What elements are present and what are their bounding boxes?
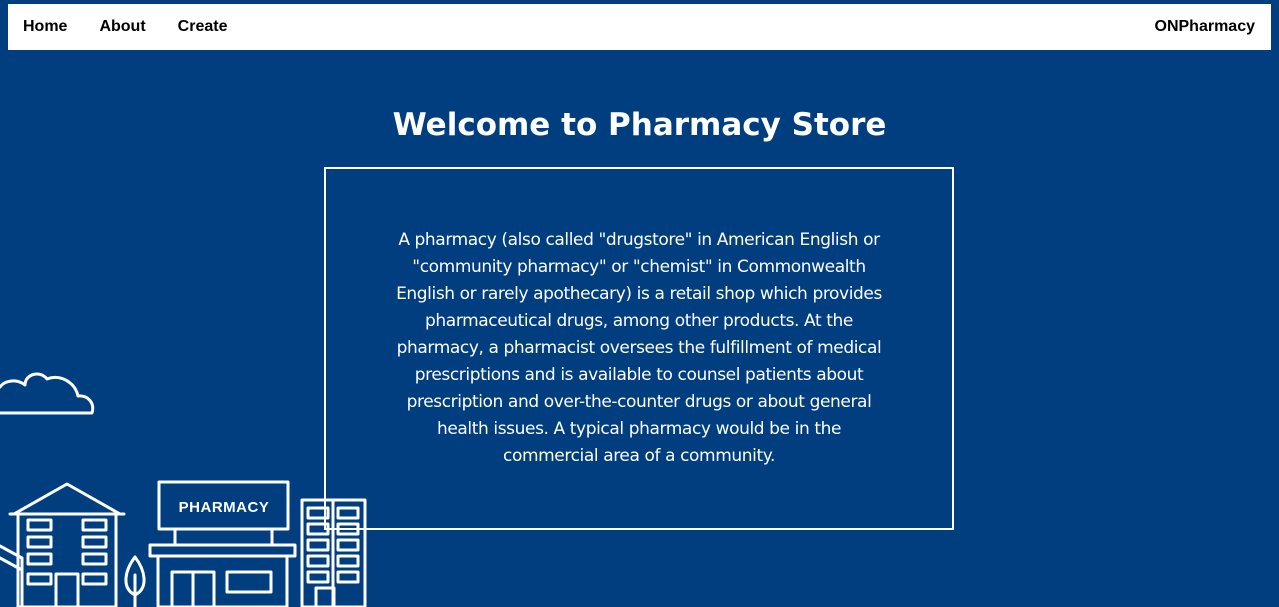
nav-link-about[interactable]: About	[99, 18, 145, 36]
nav-link-create[interactable]: Create	[178, 18, 228, 36]
description-text: A pharmacy (also called "drugstore" in A…	[396, 230, 882, 466]
brand-logo[interactable]: ONPharmacy	[1155, 18, 1256, 36]
nav-links: Home About Create	[23, 18, 259, 36]
description-box: A pharmacy (also called "drugstore" in A…	[324, 167, 954, 530]
cloud-icon	[0, 372, 95, 415]
nav-link-home[interactable]: Home	[23, 18, 67, 36]
pharmacy-sign-label: PHARMACY	[179, 499, 270, 516]
apartment-building-icon	[8, 482, 126, 607]
top-navbar: Home About Create ONPharmacy	[8, 4, 1271, 50]
tree-icon	[124, 555, 146, 607]
pharmacy-city-illustration: PHARMACY	[0, 372, 367, 607]
office-building-icon	[300, 498, 367, 607]
page-title: Welcome to Pharmacy Store	[392, 107, 887, 143]
